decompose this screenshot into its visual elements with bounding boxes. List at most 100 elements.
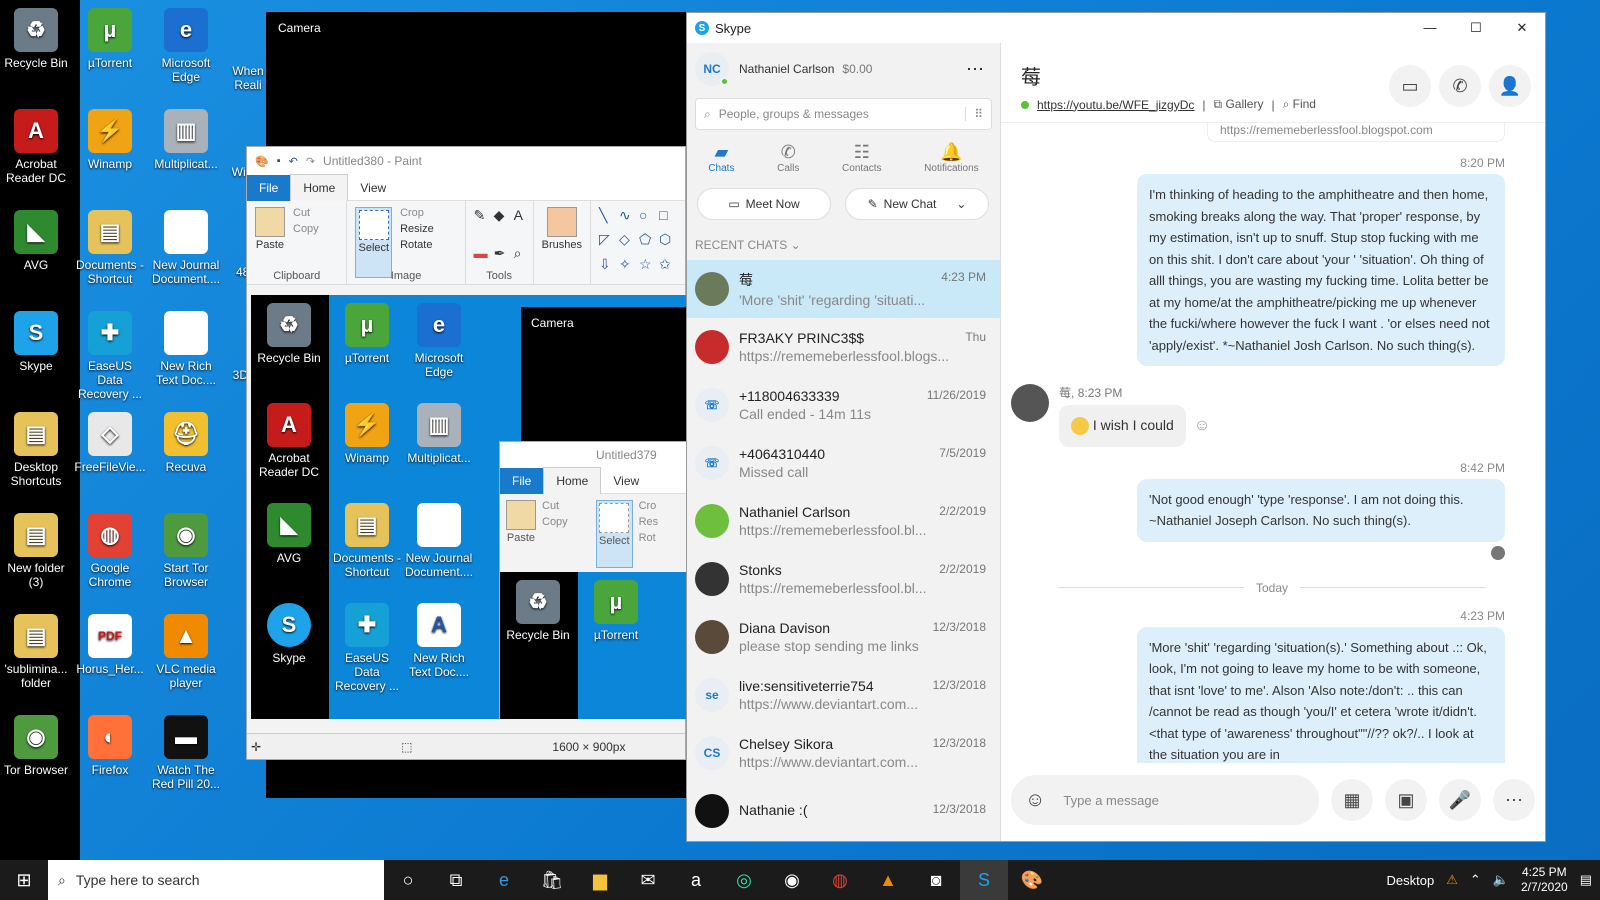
desktop-icon[interactable]: ▤ New folder (3) bbox=[0, 513, 72, 589]
desktop-icon[interactable]: PDF Horus_Her... bbox=[74, 614, 146, 676]
tab-chats[interactable]: ▰ Chats bbox=[708, 142, 734, 174]
link-preview[interactable]: https://rememeberlessfool.blogspot.com bbox=[1207, 123, 1505, 142]
desktop-icon[interactable]: ⛑ Recuva bbox=[150, 412, 222, 474]
message-bubble[interactable]: 'Not good enough' 'type 'response'. I am… bbox=[1137, 478, 1505, 542]
desktop-icon[interactable]: ▲ VLC media player bbox=[150, 614, 222, 690]
fill-icon[interactable]: ◆ bbox=[494, 207, 510, 241]
add-people-button[interactable]: 👤 bbox=[1489, 65, 1531, 107]
chat-list-item[interactable]: ☏ +118004633339 11/26/2019 Call ended - 14m… bbox=[687, 376, 1000, 434]
minimize-icon[interactable]: — bbox=[1407, 20, 1453, 36]
meet-now-button[interactable]: ▭ Meet Now bbox=[697, 188, 831, 220]
paint-window[interactable]: 🎨 ▪ ↶ ↷ Untitled380 - Paint File Home Vi… bbox=[246, 146, 687, 760]
rotate-button[interactable]: Rotate bbox=[400, 239, 434, 251]
desktop-icon[interactable]: ▤ Documents - Shortcut bbox=[74, 210, 146, 286]
desktop-toolbar[interactable]: Desktop bbox=[1387, 873, 1435, 888]
search-box[interactable]: ⌕ People, groups & messages ⠿ bbox=[695, 98, 992, 130]
desktop-icon-partial[interactable]: When Reali bbox=[228, 64, 268, 92]
desktop-icon[interactable]: A Acrobat Reader DC bbox=[0, 109, 72, 185]
chat-list-item[interactable]: Stonks 2/2/2019 https://rememeberlessfool.… bbox=[687, 550, 1000, 608]
notification-warning-icon[interactable]: ⚠ bbox=[1446, 872, 1458, 888]
paint-icon[interactable]: 🎨 bbox=[1008, 860, 1056, 900]
edge-icon[interactable]: e bbox=[480, 860, 528, 900]
desktop-icon[interactable]: ▬ Watch The Red Pill 20... bbox=[150, 715, 222, 791]
desktop-icon[interactable]: ▤ 'sublimina... folder bbox=[0, 614, 72, 690]
desktop-icon[interactable]: ▥ Multiplicat... bbox=[150, 109, 222, 171]
chat-list-item[interactable]: 莓 4:23 PM 'More 'shit' 'regarding 'situati… bbox=[687, 260, 1000, 318]
save-icon[interactable]: ▪ bbox=[277, 155, 281, 167]
cortana-icon[interactable]: ○ bbox=[384, 860, 432, 900]
profile-bar[interactable]: NC Nathaniel Carlson $0.00 ⋯ bbox=[687, 43, 1000, 95]
desktop-icon[interactable]: ◇ FreeFileVie... bbox=[74, 412, 146, 474]
tab-home[interactable]: Home bbox=[290, 174, 349, 201]
tab-notifications[interactable]: 🔔 Notifications bbox=[924, 142, 978, 174]
action-center-icon[interactable]: ▤ bbox=[1580, 872, 1592, 888]
desktop-icon[interactable]: ◍ Google Chrome bbox=[74, 513, 146, 589]
message-bubble[interactable]: 'More 'shit' 'regarding 'situation(s).' … bbox=[1137, 626, 1505, 763]
audio-call-button[interactable]: ✆ bbox=[1439, 65, 1481, 107]
video-call-button[interactable]: ▭ bbox=[1389, 65, 1431, 107]
chat-list-item[interactable]: CS Chelsey Sikora 12/3/2018 https://www.dev… bbox=[687, 724, 1000, 782]
dialpad-icon[interactable]: ⠿ bbox=[965, 107, 991, 121]
store-icon[interactable]: 🛍 bbox=[528, 860, 576, 900]
tab-contacts[interactable]: ☷ Contacts bbox=[842, 142, 881, 174]
paste-button[interactable]: Paste bbox=[255, 207, 285, 278]
chat-list-item[interactable]: Nathanie :(12/3/2018 bbox=[687, 782, 1000, 840]
gallery-button[interactable]: ⧉ Gallery bbox=[1214, 97, 1264, 112]
profile-link[interactable]: https://youtu.be/WFE_jizgyDc bbox=[1037, 98, 1194, 112]
message-bubble[interactable]: I wish I could bbox=[1059, 405, 1186, 447]
taskbar-search[interactable]: ⌕ Type here to search bbox=[48, 860, 384, 900]
crop-button[interactable]: Crop bbox=[400, 207, 434, 219]
desktop-icon[interactable]: ◉ Tor Browser bbox=[0, 715, 72, 777]
text-icon[interactable]: A bbox=[514, 207, 530, 241]
media-gallery-button[interactable]: ▦ bbox=[1331, 779, 1373, 821]
avatar[interactable] bbox=[1011, 384, 1049, 422]
recent-chats-header[interactable]: RECENT CHATS ⌄ bbox=[695, 238, 992, 252]
more-actions-button[interactable]: ⋯ bbox=[1493, 779, 1535, 821]
mail-icon[interactable]: ✉ bbox=[624, 860, 672, 900]
desktop-icon[interactable]: ▤ Desktop Shortcuts bbox=[0, 412, 72, 488]
shapes-icon[interactable]: ╲ ∿ ○ □ ◸ ◇ ⬠ ⬡ ⇩ ✧ ☆ ✩ bbox=[599, 207, 677, 278]
contact-card-button[interactable]: ▣ bbox=[1385, 779, 1427, 821]
skype-icon[interactable]: S bbox=[960, 860, 1008, 900]
undo-icon[interactable]: ↶ bbox=[289, 155, 298, 168]
desktop-icon[interactable]: ◉ Start Tor Browser bbox=[150, 513, 222, 589]
select-button[interactable]: Select bbox=[355, 207, 393, 278]
desktop-icon[interactable]: ◐ Firefox bbox=[74, 715, 146, 777]
pencil-icon[interactable]: ✎ bbox=[474, 207, 490, 241]
redo-icon[interactable]: ↷ bbox=[306, 155, 315, 168]
chat-list-item[interactable]: Nathaniel Carlson 2/2/2019 https://rememeb… bbox=[687, 492, 1000, 550]
more-options-icon[interactable]: ⋯ bbox=[966, 59, 984, 80]
skype-window[interactable]: S Skype — ☐ ✕ NC Nathaniel Carlson $0.00… bbox=[686, 12, 1546, 842]
file-explorer-icon[interactable]: ▆ bbox=[576, 860, 624, 900]
tab-file[interactable]: File bbox=[247, 174, 291, 201]
desktop-icon[interactable]: ◣ AVG bbox=[0, 210, 72, 272]
desktop-icon[interactable]: ✚ EaseUS Data Recovery ... bbox=[74, 311, 146, 401]
tab-view[interactable]: View bbox=[348, 175, 398, 201]
react-icon[interactable]: ☺ bbox=[1194, 417, 1210, 435]
chat-list-item[interactable]: ☏ +4064310440 7/5/2019 Missed call bbox=[687, 434, 1000, 492]
clock[interactable]: 4:25 PM 2/7/2020 bbox=[1521, 865, 1568, 895]
amazon-icon[interactable]: a bbox=[672, 860, 720, 900]
desktop-icon[interactable]: S Skype bbox=[0, 311, 72, 373]
desktop-icon[interactable]: New Journal Document.... bbox=[150, 210, 222, 286]
chat-list-item[interactable]: Diana Davison 12/3/2018 please stop sendin… bbox=[687, 608, 1000, 666]
start-button[interactable]: ⊞ bbox=[0, 860, 48, 900]
voice-message-button[interactable]: 🎤 bbox=[1439, 779, 1481, 821]
find-button[interactable]: ⌕ Find bbox=[1283, 97, 1316, 112]
avatar[interactable]: NC bbox=[695, 52, 729, 86]
desktop-icon[interactable]: ♻ Recycle Bin bbox=[0, 8, 72, 70]
chat-list-item[interactable]: se live:sensitiveterrie754 12/3/2018 https:… bbox=[687, 666, 1000, 724]
volume-icon[interactable]: 🔈 bbox=[1493, 872, 1509, 888]
vlc-icon[interactable]: ▲ bbox=[864, 860, 912, 900]
media-icon[interactable]: ◉ bbox=[768, 860, 816, 900]
desktop-icon[interactable]: e Microsoft Edge bbox=[150, 8, 222, 84]
close-icon[interactable]: ✕ bbox=[1499, 20, 1545, 36]
chrome-icon[interactable]: ◍ bbox=[816, 860, 864, 900]
paint-canvas[interactable]: ♻ Recycle Bin µ µTorrent e Microsoft Edge A… bbox=[251, 295, 687, 719]
resize-button[interactable]: Resize bbox=[400, 223, 434, 235]
desktop-icon[interactable]: ⚡ Winamp bbox=[74, 109, 146, 171]
task-view-icon[interactable]: ⧉ bbox=[432, 860, 480, 900]
search-input[interactable]: People, groups & messages bbox=[719, 107, 869, 121]
cut-button[interactable]: Cut bbox=[293, 207, 319, 219]
message-bubble[interactable]: I'm thinking of heading to the amphithea… bbox=[1137, 174, 1505, 366]
